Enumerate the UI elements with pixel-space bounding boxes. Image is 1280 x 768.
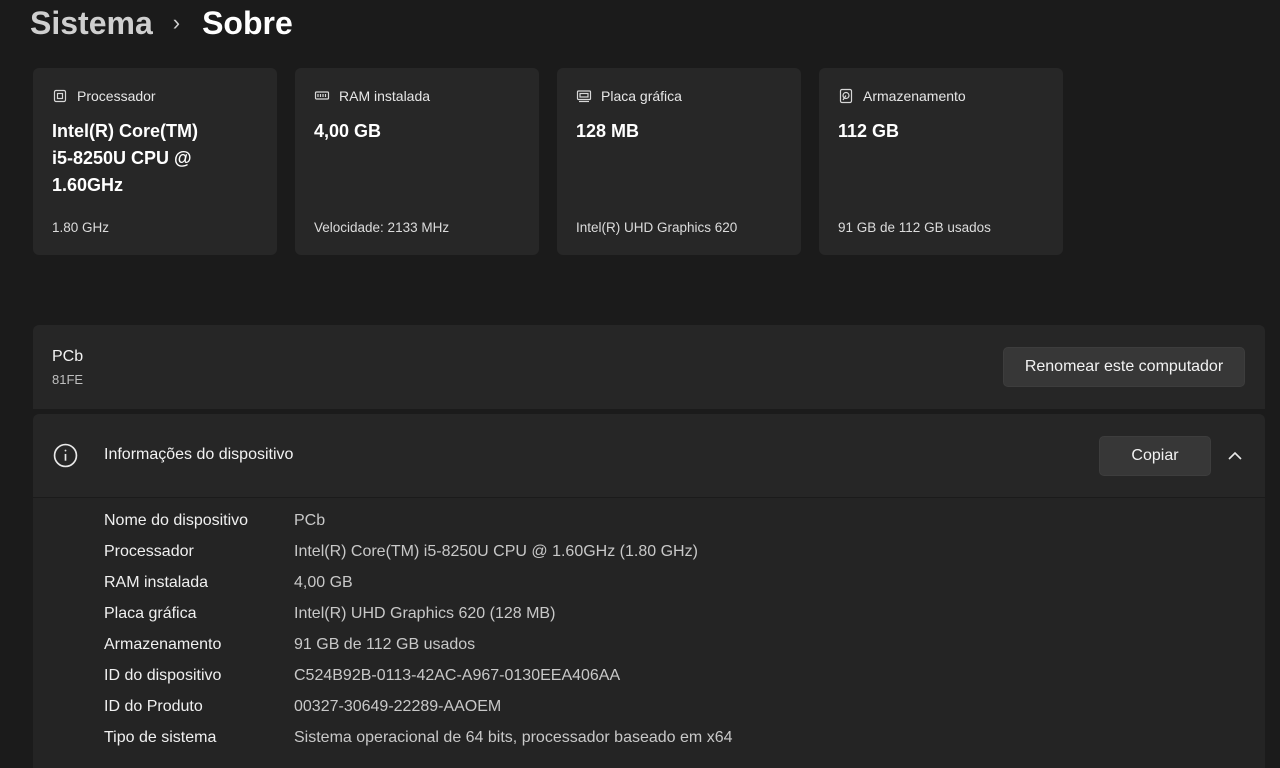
graphics-card-title: Placa gráfica bbox=[601, 88, 682, 104]
device-info-header[interactable]: Informações do dispositivo Copiar bbox=[33, 414, 1265, 497]
ram-card-sub: Velocidade: 2133 MHz bbox=[314, 220, 450, 235]
info-row-device-name: Nome do dispositivo PCb bbox=[104, 512, 325, 530]
graphics-card-sub: Intel(R) UHD Graphics 620 bbox=[576, 220, 738, 235]
info-row-product-id: ID do Produto 00327-30649-22289-AAOEM bbox=[104, 698, 501, 716]
processor-card-sub: 1.80 GHz bbox=[52, 220, 110, 235]
ram-icon bbox=[314, 91, 330, 100]
ram-card-title: RAM instalada bbox=[339, 88, 431, 104]
graphics-card-icon bbox=[576, 90, 592, 103]
breadcrumb-separator-icon: › bbox=[172, 10, 181, 35]
info-icon bbox=[53, 443, 78, 468]
breadcrumb: Sistema › Sobre bbox=[30, 0, 293, 46]
info-key: Nome do dispositivo bbox=[104, 512, 249, 529]
info-value: Sistema operacional de 64 bits, processa… bbox=[294, 729, 733, 746]
pc-name-section: PCb 81FE Renomear este computador bbox=[33, 325, 1265, 409]
info-value: 91 GB de 112 GB usados bbox=[294, 636, 476, 653]
graphics-card-value: 128 MB bbox=[576, 121, 640, 141]
device-info-body: Nome do dispositivo PCb Processador Inte… bbox=[33, 498, 1265, 768]
info-row-storage: Armazenamento 91 GB de 112 GB usados bbox=[104, 636, 475, 654]
device-info-title: Informações do dispositivo bbox=[104, 446, 294, 463]
rename-pc-button[interactable]: Renomear este computador bbox=[1003, 347, 1245, 387]
info-row-device-id: ID do dispositivo C524B92B-0113-42AC-A96… bbox=[104, 667, 620, 685]
info-row-processor: Processador Intel(R) Core(TM) i5-8250U C… bbox=[104, 543, 698, 561]
info-key: RAM instalada bbox=[104, 574, 209, 591]
info-key: Armazenamento bbox=[104, 636, 222, 653]
ram-card-value: 4,00 GB bbox=[314, 121, 382, 141]
info-value: C524B92B-0113-42AC-A967-0130EEA406AA bbox=[294, 667, 621, 684]
processor-card-value: Intel(R) Core(TM) i5-8250U CPU @ 1.60GHz bbox=[52, 121, 198, 195]
pc-model: 81FE bbox=[52, 372, 84, 387]
info-key: ID do Produto bbox=[104, 698, 203, 715]
info-row-system-type: Tipo de sistema Sistema operacional de 6… bbox=[104, 729, 732, 747]
info-key: ID do dispositivo bbox=[104, 667, 222, 684]
info-value: 4,00 GB bbox=[294, 574, 353, 591]
processor-card: Processador Intel(R) Core(TM) i5-8250U C… bbox=[33, 68, 277, 255]
spec-cards: Processador Intel(R) Core(TM) i5-8250U C… bbox=[33, 68, 1063, 255]
info-row-ram: RAM instalada 4,00 GB bbox=[104, 574, 353, 592]
info-row-graphics: Placa gráfica Intel(R) UHD Graphics 620 … bbox=[104, 605, 555, 623]
page-title: Sobre bbox=[202, 4, 293, 41]
processor-icon bbox=[53, 89, 67, 103]
storage-icon bbox=[839, 88, 853, 104]
ram-card: RAM instalada 4,00 GB Velocidade: 2133 M… bbox=[295, 68, 539, 255]
info-value: Intel(R) Core(TM) i5-8250U CPU @ 1.60GHz… bbox=[294, 543, 698, 560]
storage-card: Armazenamento 112 GB 91 GB de 112 GB usa… bbox=[819, 68, 1063, 255]
chevron-up-icon[interactable] bbox=[1226, 447, 1244, 465]
info-value: Intel(R) UHD Graphics 620 (128 MB) bbox=[294, 605, 556, 622]
breadcrumb-parent-sistema[interactable]: Sistema bbox=[30, 5, 153, 42]
pc-name: PCb bbox=[52, 348, 84, 365]
graphics-card: Placa gráfica 128 MB Intel(R) UHD Graphi… bbox=[557, 68, 801, 255]
storage-card-value: 112 GB bbox=[838, 121, 900, 141]
info-value: 00327-30649-22289-AAOEM bbox=[294, 698, 502, 715]
copy-button[interactable]: Copiar bbox=[1099, 436, 1211, 476]
info-value: PCb bbox=[294, 512, 326, 529]
storage-card-sub: 91 GB de 112 GB usados bbox=[838, 220, 991, 235]
info-key: Processador bbox=[104, 543, 194, 560]
processor-card-title: Processador bbox=[77, 88, 156, 104]
info-key: Placa gráfica bbox=[104, 605, 197, 622]
info-key: Tipo de sistema bbox=[104, 729, 217, 746]
storage-card-title: Armazenamento bbox=[863, 88, 966, 104]
